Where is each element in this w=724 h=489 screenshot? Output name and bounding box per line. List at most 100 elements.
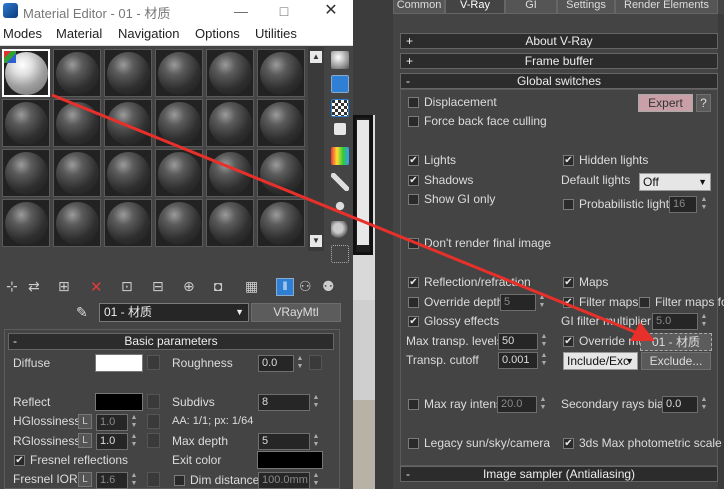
max-ray-intens-input[interactable]: 20.0 bbox=[497, 396, 537, 413]
tab-settings[interactable]: Settings bbox=[557, 0, 615, 14]
menu-modes[interactable]: Modes bbox=[3, 26, 42, 41]
sample-uv-icon[interactable] bbox=[334, 123, 346, 135]
probabilistic-lights-input[interactable]: 16 bbox=[669, 196, 697, 213]
dont-render-checkbox[interactable] bbox=[408, 238, 419, 249]
copy-material-icon[interactable]: ⊡ bbox=[121, 278, 139, 296]
material-slot[interactable] bbox=[104, 149, 152, 197]
spinner-icon[interactable]: ▲ ▼ bbox=[311, 472, 321, 489]
reflect-map-button[interactable] bbox=[147, 394, 160, 409]
material-slot[interactable] bbox=[2, 99, 50, 147]
diffuse-map-button[interactable] bbox=[147, 355, 160, 370]
roughness-map-button[interactable] bbox=[309, 355, 322, 370]
scroll-down-icon[interactable]: ▼ bbox=[310, 235, 322, 247]
spinner-icon[interactable]: ▲ ▼ bbox=[539, 352, 549, 369]
spinner-icon[interactable]: ▲ ▼ bbox=[295, 355, 305, 372]
spinner-icon[interactable]: ▲ ▼ bbox=[129, 433, 139, 450]
spinner-icon[interactable]: ▲ ▼ bbox=[129, 472, 139, 489]
material-slot[interactable] bbox=[257, 199, 305, 247]
go-forward-sibling-icon[interactable]: ⚉ bbox=[322, 278, 340, 296]
override-depth-checkbox[interactable] bbox=[408, 297, 419, 308]
video-color-check-icon[interactable] bbox=[331, 147, 349, 165]
filter-maps-checkbox[interactable]: ✔ bbox=[563, 297, 574, 308]
rollout-image-sampler[interactable]: - Image sampler (Antialiasing) bbox=[400, 466, 718, 482]
close-icon[interactable]: ✕ bbox=[316, 1, 346, 21]
spinner-icon[interactable]: ▲ ▼ bbox=[129, 414, 139, 431]
material-slot[interactable] bbox=[53, 49, 101, 97]
hidden-lights-checkbox[interactable]: ✔ bbox=[563, 155, 574, 166]
backlight-icon[interactable] bbox=[331, 75, 349, 93]
material-name-select[interactable]: 01 - 材质 ▼ bbox=[99, 303, 249, 322]
roughness-input[interactable]: 0.0 bbox=[258, 355, 294, 372]
select-by-material-icon[interactable] bbox=[331, 221, 349, 239]
material-slot[interactable] bbox=[104, 99, 152, 147]
expert-button[interactable]: Expert bbox=[638, 94, 693, 112]
go-to-parent-icon[interactable]: ⚇ bbox=[299, 278, 317, 296]
fresnel-ior-map-button[interactable] bbox=[147, 472, 160, 487]
exclude-button[interactable]: Exclude... bbox=[641, 352, 711, 370]
material-slot[interactable] bbox=[53, 99, 101, 147]
sample-type-icon[interactable] bbox=[331, 51, 349, 69]
displacement-checkbox[interactable] bbox=[408, 97, 419, 108]
photometric-scale-checkbox[interactable]: ✔ bbox=[563, 438, 574, 449]
override-mtl-button[interactable]: 01 - 材质 bbox=[640, 333, 712, 351]
dim-distance-checkbox[interactable] bbox=[174, 475, 185, 486]
material-slot[interactable] bbox=[206, 199, 254, 247]
legacy-sun-checkbox[interactable] bbox=[408, 438, 419, 449]
material-slot[interactable] bbox=[2, 49, 50, 97]
options-icon[interactable] bbox=[331, 197, 349, 215]
spinner-icon[interactable]: ▲ ▼ bbox=[537, 294, 547, 311]
make-preview-icon[interactable] bbox=[331, 173, 349, 191]
reflect-color-swatch[interactable] bbox=[95, 393, 143, 411]
rglossiness-map-button[interactable] bbox=[147, 433, 160, 448]
fresnel-ior-lock-button[interactable]: L bbox=[78, 472, 92, 487]
material-slot[interactable] bbox=[2, 149, 50, 197]
material-editor-titlebar[interactable]: Material Editor - 01 - 材质 — □ ✕ bbox=[0, 0, 353, 22]
material-slot[interactable] bbox=[206, 99, 254, 147]
diffuse-color-swatch[interactable] bbox=[95, 354, 143, 372]
maps-checkbox[interactable]: ✔ bbox=[563, 277, 574, 288]
assign-to-selection-icon[interactable]: ⊞ bbox=[58, 278, 76, 296]
material-slot[interactable] bbox=[155, 49, 203, 97]
reflection-refraction-checkbox[interactable]: ✔ bbox=[408, 277, 419, 288]
tab-gi[interactable]: GI bbox=[505, 0, 557, 14]
delete-icon[interactable]: ✕ bbox=[90, 278, 108, 296]
hglossiness-map-button[interactable] bbox=[147, 414, 160, 429]
material-slot[interactable] bbox=[53, 149, 101, 197]
scroll-up-icon[interactable]: ▲ bbox=[310, 51, 322, 63]
slots-scrollbar[interactable]: ▲ ▼ bbox=[308, 47, 324, 251]
get-material-icon[interactable]: ⊹ bbox=[6, 278, 24, 296]
material-slot[interactable] bbox=[2, 199, 50, 247]
override-mtl-checkbox[interactable]: ✔ bbox=[563, 336, 574, 347]
material-slot[interactable] bbox=[155, 149, 203, 197]
tab-render-elements[interactable]: Render Elements bbox=[615, 0, 718, 14]
spinner-icon[interactable]: ▲ ▼ bbox=[311, 433, 321, 450]
max-depth-input[interactable]: 5 bbox=[258, 433, 310, 450]
material-slot[interactable] bbox=[155, 199, 203, 247]
rglossiness-lock-button[interactable]: L bbox=[78, 433, 92, 448]
probabilistic-lights-checkbox[interactable] bbox=[563, 199, 574, 210]
material-type-button[interactable]: VRayMtl bbox=[251, 303, 341, 322]
rollout-about-vray[interactable]: + About V-Ray bbox=[400, 33, 718, 49]
tab-common[interactable]: Common bbox=[393, 0, 445, 14]
minimize-icon[interactable]: — bbox=[226, 1, 256, 21]
fresnel-ior-input[interactable]: 1.6 bbox=[96, 472, 128, 489]
spinner-icon[interactable]: ▲ ▼ bbox=[699, 313, 709, 330]
default-lights-select[interactable]: Off ▼ bbox=[639, 173, 711, 191]
transp-cutoff-input[interactable]: 0.001 bbox=[498, 352, 538, 369]
show-end-result-icon[interactable]: ‖ bbox=[276, 278, 294, 296]
material-slot[interactable] bbox=[257, 49, 305, 97]
override-depth-input[interactable]: 5 bbox=[500, 294, 536, 311]
material-slot[interactable] bbox=[104, 199, 152, 247]
tab-vray[interactable]: V-Ray bbox=[445, 0, 505, 14]
make-unique-icon[interactable]: ⊟ bbox=[152, 278, 170, 296]
material-slot[interactable] bbox=[206, 149, 254, 197]
spinner-icon[interactable]: ▲ ▼ bbox=[699, 396, 709, 413]
gi-filter-multiplier-input[interactable]: 5.0 bbox=[652, 313, 698, 330]
spinner-icon[interactable]: ▲ ▼ bbox=[699, 196, 709, 213]
hglossiness-lock-button[interactable]: L bbox=[78, 414, 92, 429]
hglossiness-input[interactable]: 1.0 bbox=[96, 414, 128, 431]
material-slot[interactable] bbox=[155, 99, 203, 147]
material-slot[interactable] bbox=[257, 99, 305, 147]
exit-color-swatch[interactable] bbox=[257, 451, 323, 469]
spinner-icon[interactable]: ▲ ▼ bbox=[539, 333, 549, 350]
